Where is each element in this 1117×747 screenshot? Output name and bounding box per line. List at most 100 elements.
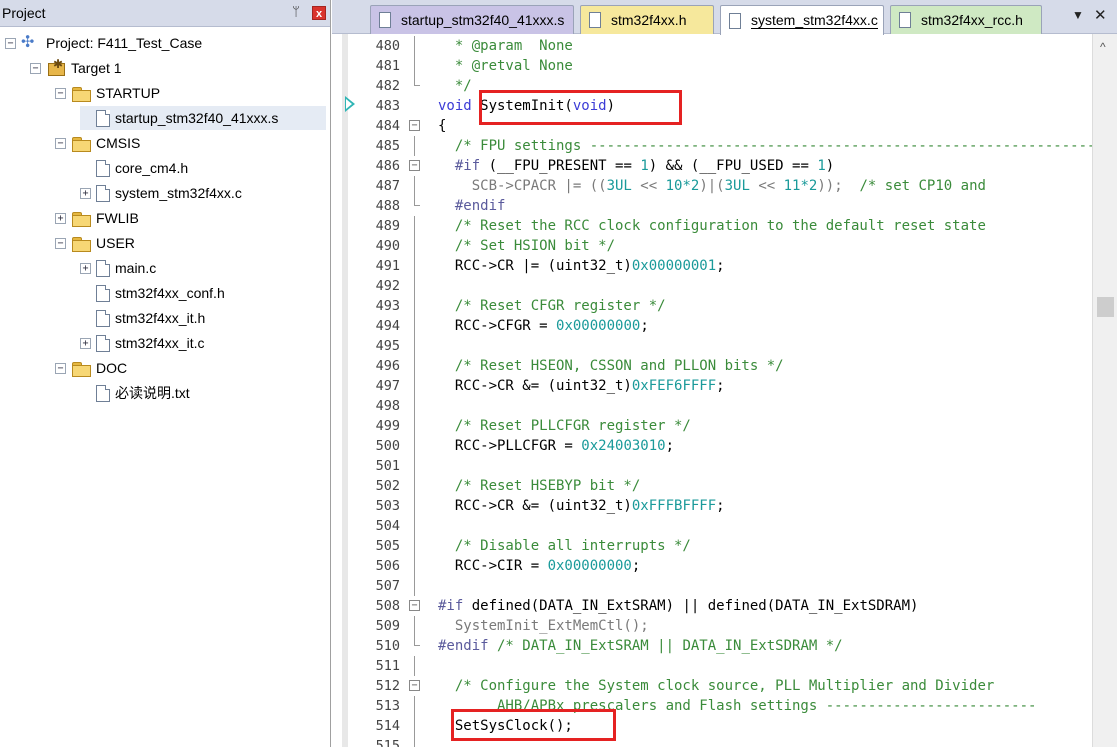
scroll-thumb[interactable] bbox=[1097, 297, 1114, 317]
code-line[interactable]: 492 bbox=[348, 276, 1092, 296]
token-plain: (__FPU_PRESENT == bbox=[480, 158, 641, 174]
code-line[interactable]: 502 /* Reset HSEBYP bit */ bbox=[348, 476, 1092, 496]
file-icon bbox=[96, 384, 110, 402]
code-line[interactable]: 507 bbox=[348, 576, 1092, 596]
token-plain: ; bbox=[716, 258, 725, 274]
tree-item-fwlib[interactable]: + FWLIB bbox=[55, 206, 139, 230]
expand-icon[interactable]: + bbox=[80, 337, 91, 349]
file-icon bbox=[729, 12, 741, 29]
tab-system-stm32f4xx-c[interactable]: system_stm32f4xx.c bbox=[720, 5, 884, 35]
code-line[interactable]: 491 RCC->CR |= (uint32_t)0x00000001; bbox=[348, 256, 1092, 276]
code-line[interactable]: 488 #endif bbox=[348, 196, 1092, 216]
fold-gutter bbox=[408, 356, 422, 376]
tree-item-user[interactable]: − USER bbox=[55, 231, 135, 255]
code-line[interactable]: 498 bbox=[348, 396, 1092, 416]
close-icon[interactable]: x bbox=[312, 6, 326, 20]
tree-item-main-c[interactable]: + main.c bbox=[80, 256, 156, 280]
tab-stm32f4xx-rcc-h[interactable]: stm32f4xx_rcc.h bbox=[890, 5, 1042, 34]
code-line[interactable]: 512− /* Configure the System clock sourc… bbox=[348, 676, 1092, 696]
folder-open-icon bbox=[71, 86, 91, 102]
fold-gutter bbox=[408, 736, 422, 747]
collapse-icon[interactable]: − bbox=[55, 87, 66, 99]
fold-gutter bbox=[408, 556, 422, 576]
collapse-icon[interactable]: − bbox=[30, 62, 41, 74]
code-line[interactable]: 497 RCC->CR &= (uint32_t)0xFEF6FFFF; bbox=[348, 376, 1092, 396]
collapse-icon[interactable]: − bbox=[55, 237, 66, 249]
code-line[interactable]: 499 /* Reset PLLCFGR register */ bbox=[348, 416, 1092, 436]
fold-toggle-icon[interactable]: − bbox=[409, 600, 420, 611]
line-number: 509 bbox=[375, 618, 400, 634]
project-icon bbox=[21, 32, 41, 52]
fold-gutter bbox=[408, 216, 422, 236]
code-line[interactable]: 490 /* Set HSION bit */ bbox=[348, 236, 1092, 256]
code-line[interactable]: 494 RCC->CFGR = 0x00000000; bbox=[348, 316, 1092, 336]
code-line[interactable]: 501 bbox=[348, 456, 1092, 476]
code-line[interactable]: 506 RCC->CIR = 0x00000000; bbox=[348, 556, 1092, 576]
collapse-icon[interactable]: − bbox=[5, 37, 16, 49]
tab-startup-stm32f40-41xxx-s[interactable]: startup_stm32f40_41xxx.s bbox=[370, 5, 574, 34]
code-line[interactable]: 503 RCC->CR &= (uint32_t)0xFFFBFFFF; bbox=[348, 496, 1092, 516]
code-line[interactable]: 489 /* Reset the RCC clock configuration… bbox=[348, 216, 1092, 236]
code-line[interactable]: 504 bbox=[348, 516, 1092, 536]
fold-gutter bbox=[408, 336, 422, 356]
tree-item-doc[interactable]: − DOC bbox=[55, 356, 127, 380]
tree-item-it-c[interactable]: + stm32f4xx_it.c bbox=[80, 331, 204, 355]
code-line[interactable]: 484− { bbox=[348, 116, 1092, 136]
line-number: 484 bbox=[375, 118, 400, 134]
token-dim: SystemInit_ExtMemCtl(); bbox=[438, 618, 649, 634]
token-comment: /* Reset HSEON, CSSON and PLLON bits */ bbox=[438, 358, 784, 374]
code-line[interactable]: 480 * @param None bbox=[348, 36, 1092, 56]
code-line[interactable]: 505 /* Disable all interrupts */ bbox=[348, 536, 1092, 556]
code-line[interactable]: 496 /* Reset HSEON, CSSON and PLLON bits… bbox=[348, 356, 1092, 376]
code-line[interactable]: 495 bbox=[348, 336, 1092, 356]
vertical-scrollbar[interactable]: ^ bbox=[1092, 34, 1117, 747]
code-editor[interactable]: 480 * @param None 481 * @retval None 482 *… bbox=[348, 34, 1092, 747]
code-line[interactable]: 493 /* Reset CFGR register */ bbox=[348, 296, 1092, 316]
tree-item-label: main.c bbox=[115, 260, 157, 276]
fold-gutter bbox=[408, 456, 422, 476]
tree-item-conf-h[interactable]: stm32f4xx_conf.h bbox=[80, 281, 225, 305]
fold-toggle-icon[interactable]: − bbox=[409, 120, 420, 131]
tree-item-project[interactable]: − Project: F411_Test_Case bbox=[5, 31, 202, 55]
code-line[interactable]: 508− #if defined(DATA_IN_ExtSRAM) || defi… bbox=[348, 596, 1092, 616]
code-line[interactable]: 487 SCB->CPACR |= ((3UL << 10*2)|(3UL <<… bbox=[348, 176, 1092, 196]
tree-item-target[interactable]: − Target 1 bbox=[30, 56, 122, 80]
tree-item-readme[interactable]: 必读说明.txt bbox=[80, 381, 190, 405]
code-line[interactable]: 509 SystemInit_ExtMemCtl(); bbox=[348, 616, 1092, 636]
fold-gutter bbox=[408, 276, 422, 296]
code-line[interactable]: 482 */ bbox=[348, 76, 1092, 96]
expand-icon[interactable]: + bbox=[55, 212, 66, 224]
line-number: 506 bbox=[375, 558, 400, 574]
collapse-icon[interactable]: − bbox=[55, 362, 66, 374]
fold-toggle-icon[interactable]: − bbox=[409, 160, 420, 171]
tree-item-core-cm4[interactable]: core_cm4.h bbox=[80, 156, 188, 180]
line-number: 483 bbox=[375, 98, 400, 114]
code-line[interactable]: 510 #endif /* DATA_IN_ExtSRAM || DATA_IN_… bbox=[348, 636, 1092, 656]
tab-stm32f4xx-h[interactable]: stm32f4xx.h bbox=[580, 5, 714, 34]
tree-item-label: system_stm32f4xx.c bbox=[115, 185, 242, 201]
breakpoint-gutter[interactable] bbox=[332, 34, 342, 747]
tree-item-it-h[interactable]: stm32f4xx_it.h bbox=[80, 306, 205, 330]
code-line[interactable]: 500 RCC->PLLCFGR = 0x24003010; bbox=[348, 436, 1092, 456]
tab-list-dropdown-icon[interactable]: ▼ bbox=[1072, 8, 1084, 22]
expand-icon[interactable]: + bbox=[80, 187, 91, 199]
tree-item-startup-s[interactable]: startup_stm32f40_41xxx.s bbox=[80, 106, 326, 130]
close-tab-icon[interactable]: ✕ bbox=[1094, 6, 1107, 24]
expand-icon[interactable]: + bbox=[80, 262, 91, 274]
file-icon bbox=[96, 159, 110, 177]
code-line[interactable]: 511 bbox=[348, 656, 1092, 676]
fold-toggle-icon[interactable]: − bbox=[409, 680, 420, 691]
code-line[interactable]: 486− #if (__FPU_PRESENT == 1) && (__FPU_… bbox=[348, 156, 1092, 176]
code-line[interactable]: 485 /* FPU settings --------------------… bbox=[348, 136, 1092, 156]
scroll-up-icon[interactable]: ^ bbox=[1100, 40, 1106, 54]
token-comment: /* Reset CFGR register */ bbox=[438, 298, 666, 314]
tree-item-system-c[interactable]: + system_stm32f4xx.c bbox=[80, 181, 242, 205]
pin-icon[interactable]: ᛘ bbox=[289, 4, 303, 20]
tab-label: stm32f4xx_rcc.h bbox=[921, 12, 1023, 28]
tree-item-startup[interactable]: − STARTUP bbox=[55, 81, 160, 105]
code-line[interactable]: 481 * @retval None bbox=[348, 56, 1092, 76]
token-pre: #endif bbox=[438, 638, 489, 654]
code-line[interactable]: 483 void SystemInit(void) bbox=[348, 96, 1092, 116]
tree-item-cmsis[interactable]: − CMSIS bbox=[55, 131, 140, 155]
collapse-icon[interactable]: − bbox=[55, 137, 66, 149]
